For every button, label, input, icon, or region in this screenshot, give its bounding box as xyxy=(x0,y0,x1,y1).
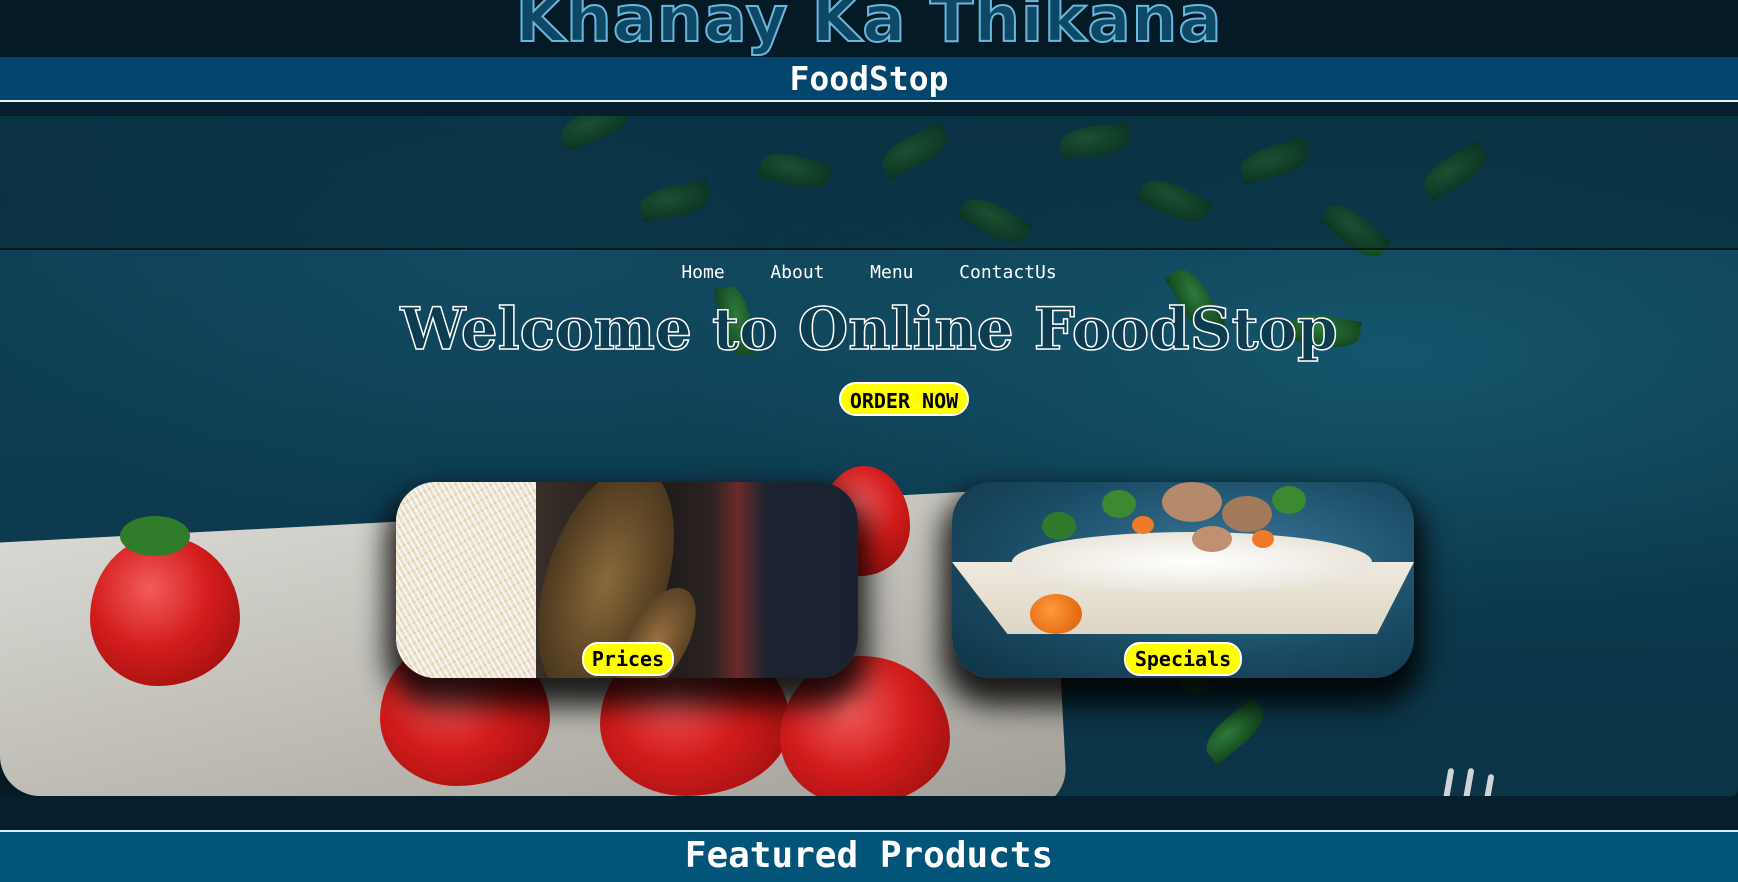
fork-image xyxy=(1441,767,1455,796)
broccoli-image xyxy=(1042,512,1076,540)
nav-link-home[interactable]: Home xyxy=(681,262,724,283)
chicken-image xyxy=(1162,482,1222,522)
coleslaw-image xyxy=(396,482,536,678)
fork-image xyxy=(1481,773,1495,796)
carrot-slice-image xyxy=(1132,516,1154,534)
site-title: Khanay Ka Thikana xyxy=(515,0,1223,56)
broccoli-image xyxy=(1272,486,1306,514)
brand-bar: FoodStop xyxy=(0,57,1738,102)
site-header: Khanay Ka Thikana xyxy=(0,0,1738,56)
divider xyxy=(0,796,1738,832)
nav-link-contactus[interactable]: ContactUs xyxy=(959,262,1057,283)
prices-card[interactable]: Prices xyxy=(396,482,858,678)
divider xyxy=(0,102,1738,116)
hero-overlay-band xyxy=(0,116,1738,250)
main-nav: Home About Menu ContactUs xyxy=(0,262,1738,283)
brand-name: FoodStop xyxy=(789,59,949,98)
carrot-slice-image xyxy=(1252,530,1274,548)
prices-label[interactable]: Prices xyxy=(582,642,674,676)
nav-link-about[interactable]: About xyxy=(770,262,824,283)
hero-section: Home About Menu ContactUs Welcome to Onl… xyxy=(0,116,1738,796)
broccoli-image xyxy=(1102,490,1136,518)
order-now-button[interactable]: ORDER NOW xyxy=(839,382,969,416)
specials-card[interactable]: Specials xyxy=(952,482,1414,678)
featured-heading: Featured Products xyxy=(684,835,1054,876)
nav-link-menu[interactable]: Menu xyxy=(870,262,913,283)
featured-section: Featured Products xyxy=(0,832,1738,882)
leaf-decoration xyxy=(1198,697,1272,765)
hero-heading: Welcome to Online FoodStop xyxy=(400,294,1339,364)
specials-label[interactable]: Specials xyxy=(1124,642,1242,676)
fork-image xyxy=(1461,767,1475,796)
chicken-image xyxy=(1192,526,1232,552)
strawberry-leaf-image xyxy=(120,516,190,556)
carrot-image xyxy=(1030,594,1082,634)
chicken-image xyxy=(1222,496,1272,532)
